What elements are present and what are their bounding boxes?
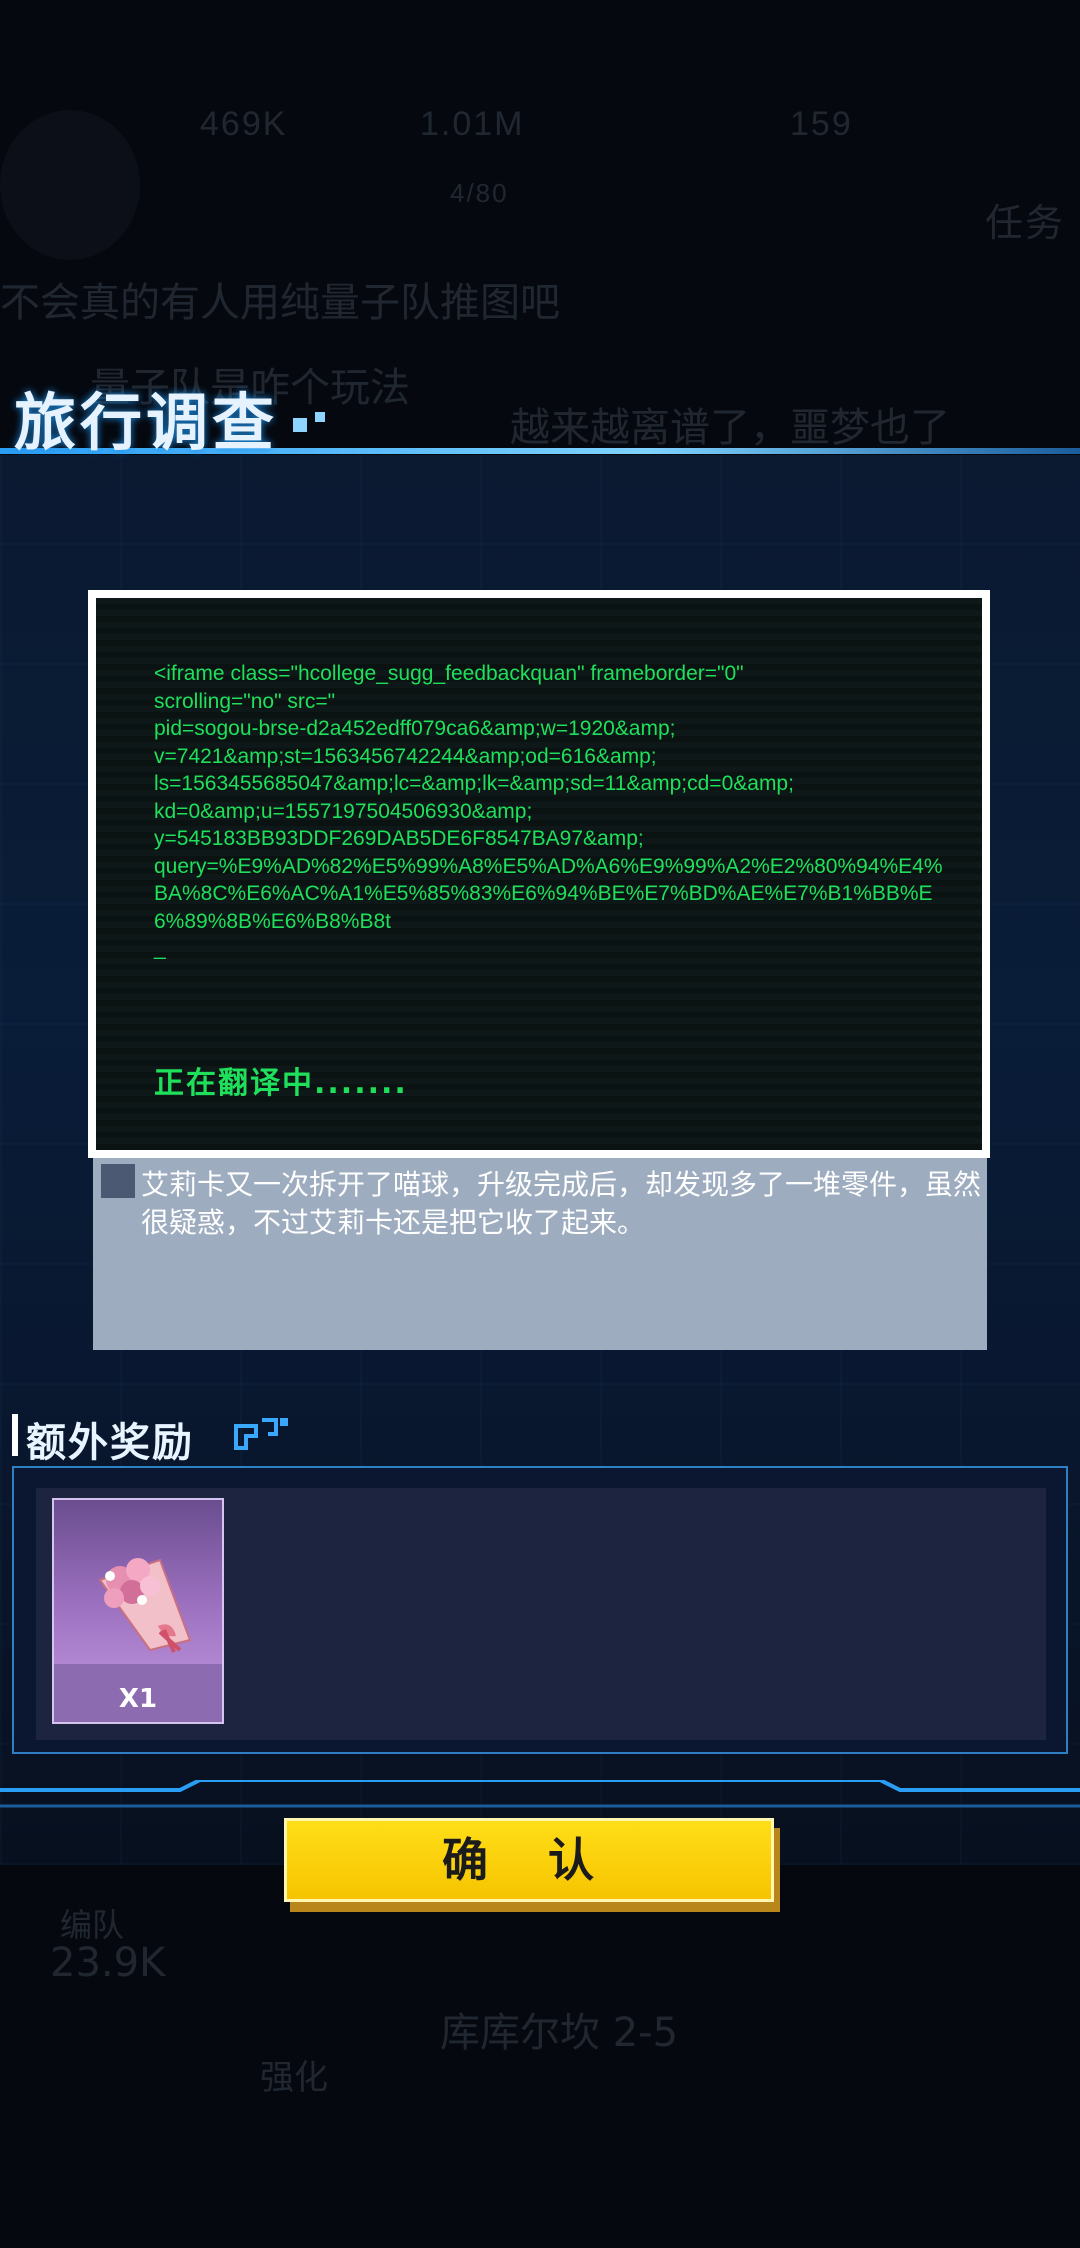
reward-header-bar <box>12 1414 18 1456</box>
terminal-screen: <iframe class="hcollege_sugg_feedbackqua… <box>88 590 990 1158</box>
background-top-bar: 469K 1.01M 159 4/80 任务 <box>0 60 1080 270</box>
share-stat: 469K <box>200 105 288 143</box>
energy-stat: 159 <box>790 105 853 143</box>
task-label: 任务 <box>985 203 1066 245</box>
chat-line-1: 不会真的有人用纯量子队推图吧 <box>0 280 560 326</box>
description-box: 艾莉卡又一次拆开了喵球，升级完成后，却发现多了一堆零件，虽然很疑惑，不过艾莉卡还… <box>93 1158 987 1350</box>
item-quantity: X1 <box>118 1684 158 1714</box>
reward-frame: X1 <box>12 1466 1068 1754</box>
terminal-code-text: <iframe class="hcollege_sugg_feedbackqua… <box>154 662 943 960</box>
reward-decoration-icon <box>234 1418 288 1450</box>
description-text: 艾莉卡又一次拆开了喵球，升级完成后，却发现多了一堆零件，虽然很疑惑，不过艾莉卡还… <box>141 1168 982 1239</box>
flower-bouquet-icon <box>98 1558 192 1653</box>
translation-status: 正在翻译中....... <box>154 1066 408 1101</box>
currency-stat: 1.01M <box>420 105 525 143</box>
extra-reward-label: 额外奖励 <box>26 1420 194 1466</box>
reward-list: X1 <box>36 1488 1046 1740</box>
avatar <box>0 110 140 260</box>
description-marker-icon <box>101 1164 135 1198</box>
team-power: 23.9K <box>50 1940 166 1986</box>
chat-line-3: 越来越离谱了，噩梦也了 <box>510 405 950 451</box>
stage-label: 库库尔坎 2-5 <box>440 2010 679 2056</box>
confirm-button[interactable]: 确 认 <box>284 1818 774 1902</box>
sub-value: 4/80 <box>450 178 509 208</box>
reward-item-card[interactable]: X1 <box>52 1498 224 1724</box>
confirm-button-label: 确 认 <box>441 1833 616 1887</box>
background-bottom-nav: 编队 23.9K 库库尔坎 2-5 强化 <box>0 1880 1080 2248</box>
bottom-decoration-bar <box>0 1780 1080 1808</box>
modal-title: 旅行调查 <box>14 386 279 459</box>
strengthen-label: 强化 <box>260 2058 328 2098</box>
title-decoration-icon <box>293 410 333 432</box>
